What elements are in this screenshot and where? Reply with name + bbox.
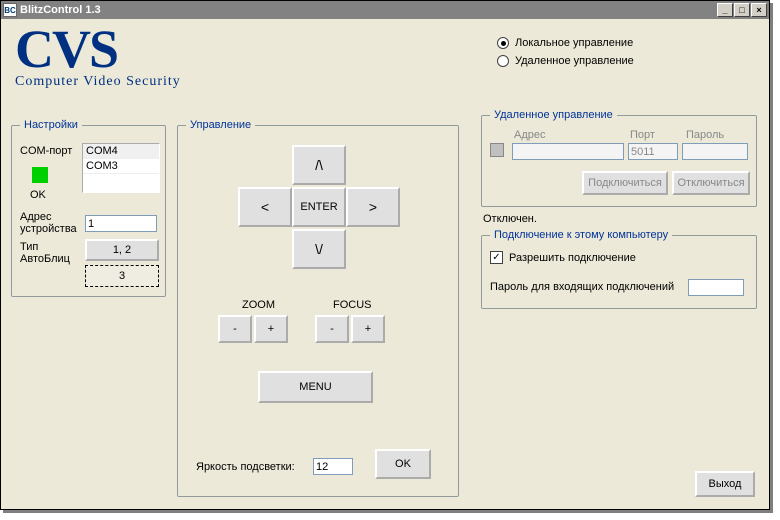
comport-option-0[interactable]: COM4: [83, 144, 159, 159]
autoblitz-type-12-button[interactable]: 1, 2: [85, 239, 159, 261]
inbound-password-input[interactable]: [688, 279, 744, 296]
remote-status-text: Отключен.: [483, 213, 537, 225]
zoom-minus-button[interactable]: -: [218, 315, 252, 343]
radio-dot-icon: [497, 37, 509, 49]
status-indicator: [32, 167, 48, 183]
mode-selector: Локальное управление Удаленное управлени…: [497, 37, 634, 67]
dpad-up-button[interactable]: /\: [292, 145, 346, 185]
device-address-input[interactable]: [85, 215, 157, 232]
focus-plus-button[interactable]: +: [351, 315, 385, 343]
dpad-enter-button[interactable]: ENTER: [292, 187, 346, 227]
remote-address-label: Адрес: [514, 129, 546, 141]
radio-local[interactable]: Локальное управление: [497, 37, 634, 49]
window-title: BlitzControl 1.3: [20, 4, 101, 16]
window-buttons: _ □ ×: [717, 3, 767, 17]
comport-listbox[interactable]: COM4 COM3: [82, 143, 160, 193]
allow-connection-label: Разрешить подключение: [509, 252, 636, 264]
radio-remote[interactable]: Удаленное управление: [497, 55, 634, 67]
app-icon: BC: [3, 3, 17, 17]
control-legend: Управление: [186, 119, 255, 131]
remote-legend: Удаленное управление: [490, 109, 617, 121]
exit-button[interactable]: Выход: [695, 471, 755, 497]
remote-group: Удаленное управление Адрес Порт Пароль П…: [481, 109, 757, 207]
brightness-input[interactable]: [313, 458, 353, 475]
inbound-legend: Подключение к этому компьютеру: [490, 229, 672, 241]
remote-password-label: Пароль: [686, 129, 724, 141]
focus-label: FOCUS: [333, 299, 372, 311]
dpad-down-button[interactable]: \/: [292, 229, 346, 269]
comport-label: COM-порт: [20, 145, 72, 157]
logo-subtitle: Computer Video Security: [15, 74, 265, 90]
allow-connection-checkbox[interactable]: ✓: [490, 251, 503, 264]
settings-legend: Настройки: [20, 119, 82, 131]
focus-minus-button[interactable]: -: [315, 315, 349, 343]
radio-remote-label: Удаленное управление: [515, 55, 634, 67]
inbound-group: Подключение к этому компьютеру ✓ Разреши…: [481, 229, 757, 309]
radio-dot-icon: [497, 55, 509, 67]
remote-password-input[interactable]: [682, 143, 748, 160]
inbound-password-label: Пароль для входящих подключений: [490, 281, 674, 293]
close-button[interactable]: ×: [751, 3, 767, 17]
autoblitz-type-3-button[interactable]: 3: [85, 265, 159, 287]
dpad-right-button[interactable]: >: [346, 187, 400, 227]
maximize-button[interactable]: □: [734, 3, 750, 17]
zoom-label: ZOOM: [242, 299, 275, 311]
dpad-left-button[interactable]: <: [238, 187, 292, 227]
app-window: BC BlitzControl 1.3 _ □ × CVS Computer V…: [0, 0, 770, 510]
remote-port-label: Порт: [630, 129, 655, 141]
remote-status-indicator: [490, 143, 504, 157]
menu-button[interactable]: MENU: [258, 371, 373, 403]
logo-text: CVS: [15, 25, 265, 74]
remote-address-input[interactable]: [512, 143, 624, 160]
radio-local-label: Локальное управление: [515, 37, 633, 49]
connect-button[interactable]: Подключиться: [582, 171, 668, 195]
brightness-ok-button[interactable]: OK: [375, 449, 431, 479]
device-address-label: Адрес устройства: [20, 211, 80, 235]
minimize-button[interactable]: _: [717, 3, 733, 17]
disconnect-button[interactable]: Отключиться: [672, 171, 750, 195]
autoblitz-type-label: Тип АвтоБлиц: [20, 241, 80, 265]
brightness-label: Яркость подсветки:: [196, 461, 295, 473]
titlebar[interactable]: BC BlitzControl 1.3 _ □ ×: [1, 1, 769, 19]
comport-option-1[interactable]: COM3: [83, 159, 159, 174]
settings-group: Настройки COM-порт COM4 COM3 OK Адрес ус…: [11, 119, 166, 297]
control-group: Управление /\ < ENTER > \/ ZOOM FOCUS - …: [177, 119, 459, 497]
zoom-plus-button[interactable]: +: [254, 315, 288, 343]
status-text: OK: [30, 189, 46, 201]
client-area: CVS Computer Video Security Локальное уп…: [1, 19, 769, 509]
logo: CVS Computer Video Security: [15, 25, 265, 103]
remote-port-input[interactable]: [628, 143, 678, 160]
